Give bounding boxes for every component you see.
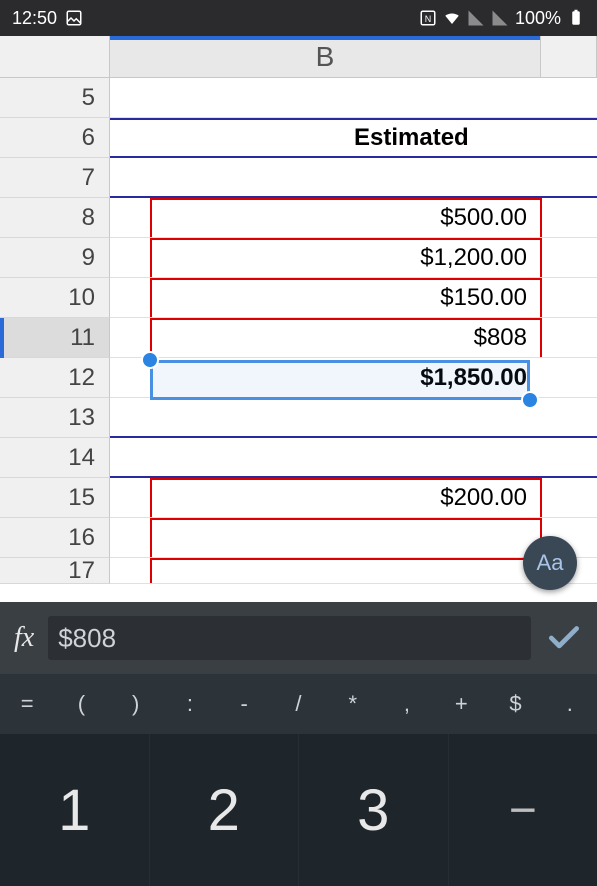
key-star[interactable]: * xyxy=(326,691,380,717)
key-equals[interactable]: = xyxy=(0,691,54,717)
cell-b14[interactable] xyxy=(110,438,597,478)
cell-b5[interactable] xyxy=(110,78,597,118)
numpad-1[interactable]: 1 xyxy=(0,734,150,886)
row-header-14[interactable]: 14 xyxy=(0,438,110,478)
row-header-12[interactable]: 12 xyxy=(0,358,110,398)
numpad-row: 1 2 3 − xyxy=(0,734,597,886)
battery-icon xyxy=(567,9,585,27)
row-header-7[interactable]: 7 xyxy=(0,158,110,198)
cell-b10[interactable]: $150.00 xyxy=(110,278,597,318)
key-dollar[interactable]: $ xyxy=(488,691,542,717)
grid[interactable]: 5 6 Estimated 7 8 $500.00 9 $1,200.00 10… xyxy=(0,78,597,584)
selection-handle-br[interactable] xyxy=(521,391,539,409)
numpad-2[interactable]: 2 xyxy=(150,734,300,886)
fx-icon: fx xyxy=(14,622,34,654)
confirm-button[interactable] xyxy=(545,619,583,657)
cell-b7[interactable] xyxy=(110,158,597,198)
row-header-9[interactable]: 9 xyxy=(0,238,110,278)
cell-b15-value: $200.00 xyxy=(440,484,527,512)
spreadsheet[interactable]: B 5 6 Estimated 7 8 $500.00 9 $1,200.00 xyxy=(0,36,597,602)
cell-b10-value: $150.00 xyxy=(440,284,527,312)
row-header-15[interactable]: 15 xyxy=(0,478,110,518)
cell-b15[interactable]: $200.00 xyxy=(110,478,597,518)
row-header-5[interactable]: 5 xyxy=(0,78,110,118)
signal-off-icon xyxy=(467,9,485,27)
row-header-10[interactable]: 10 xyxy=(0,278,110,318)
signal-off-icon-2 xyxy=(491,9,509,27)
status-time: 12:50 xyxy=(12,8,57,29)
row-header-6[interactable]: 6 xyxy=(0,118,110,158)
key-period[interactable]: . xyxy=(543,691,597,717)
cell-b8-value: $500.00 xyxy=(440,204,527,232)
key-rparen[interactable]: ) xyxy=(109,691,163,717)
key-minus[interactable]: - xyxy=(217,691,271,717)
cell-b9-value: $1,200.00 xyxy=(420,244,527,272)
numpad-minus[interactable]: − xyxy=(449,734,597,886)
status-bar: 12:50 N 100% xyxy=(0,0,597,36)
formula-bar: fx xyxy=(0,602,597,674)
numpad-3[interactable]: 3 xyxy=(299,734,449,886)
symbol-keyboard-row: = ( ) : - / * , + $ . xyxy=(0,674,597,734)
key-slash[interactable]: / xyxy=(271,691,325,717)
row-header-13[interactable]: 13 xyxy=(0,398,110,438)
key-comma[interactable]: , xyxy=(380,691,434,717)
key-lparen[interactable]: ( xyxy=(54,691,108,717)
column-header-b[interactable]: B xyxy=(110,36,541,77)
nfc-icon: N xyxy=(419,9,437,27)
column-header-row: B xyxy=(0,36,597,78)
wifi-icon xyxy=(443,9,461,27)
sheet-corner[interactable] xyxy=(0,36,110,77)
row-header-16[interactable]: 16 xyxy=(0,518,110,558)
row-header-11[interactable]: 11 xyxy=(0,318,110,358)
cell-b9[interactable]: $1,200.00 xyxy=(110,238,597,278)
cell-b6[interactable]: Estimated xyxy=(110,118,597,158)
column-header-tail xyxy=(541,36,597,77)
key-plus[interactable]: + xyxy=(434,691,488,717)
cell-b11-value: $808 xyxy=(474,324,527,352)
row-header-17[interactable]: 17 xyxy=(0,558,110,584)
selection-handle-tl[interactable] xyxy=(141,351,159,369)
row-header-8[interactable]: 8 xyxy=(0,198,110,238)
text-format-fab[interactable]: Aa xyxy=(523,536,577,590)
svg-text:N: N xyxy=(425,14,432,24)
image-icon xyxy=(65,9,83,27)
formula-input[interactable] xyxy=(48,616,531,660)
cell-b11[interactable]: $808 xyxy=(110,318,597,358)
key-colon[interactable]: : xyxy=(163,691,217,717)
cell-b8[interactable]: $500.00 xyxy=(110,198,597,238)
battery-percent: 100% xyxy=(515,8,561,29)
